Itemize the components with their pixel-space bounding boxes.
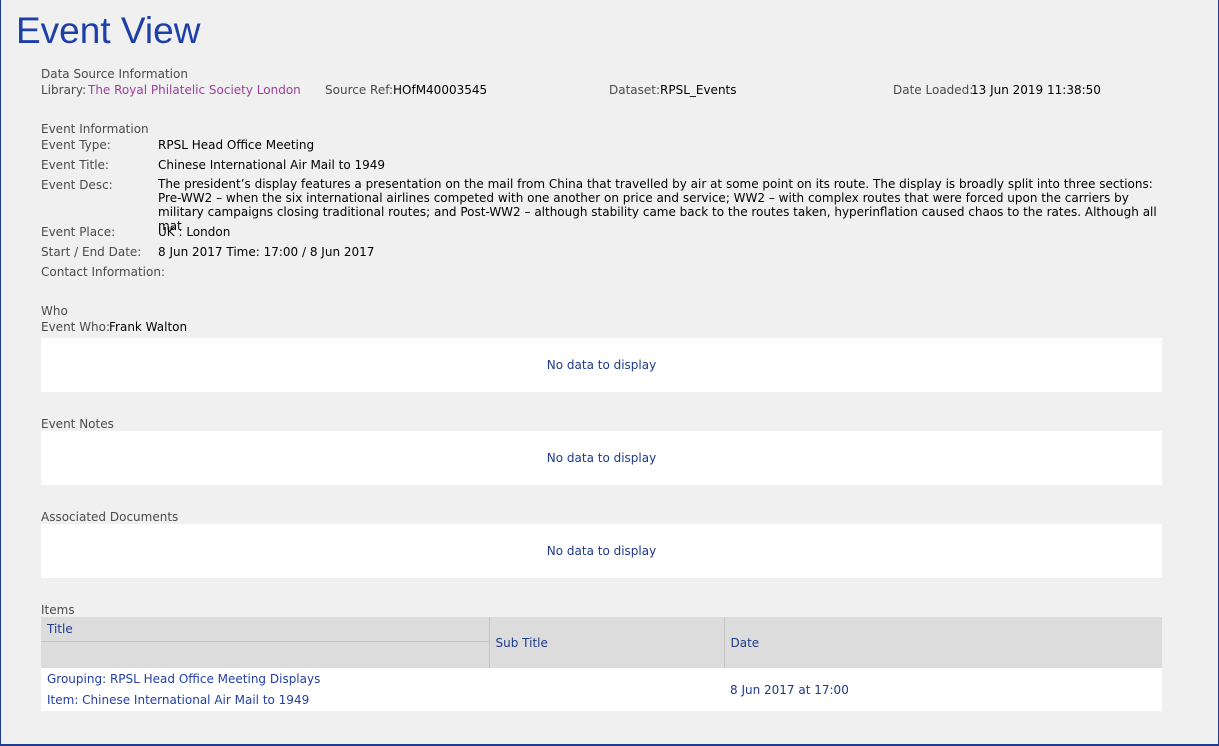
event-type-value: RPSL Head Office Meeting: [158, 138, 315, 152]
event-place-label: Event Place:: [41, 225, 116, 239]
column-header-title-label: Title: [47, 622, 73, 636]
event-place-value: UK : London: [158, 225, 231, 239]
dates-value: 8 Jun 2017 Time: 17:00 / 8 Jun 2017: [158, 245, 375, 259]
column-header-sub-title[interactable]: Sub Title: [489, 617, 725, 668]
who-grid: No data to display: [41, 338, 1162, 392]
date-loaded-label: Date Loaded:: [893, 83, 974, 97]
item-link[interactable]: Item: Chinese International Air Mail to …: [47, 690, 483, 711]
event-desc-label: Event Desc:: [41, 178, 113, 192]
filter-row-cell: [47, 642, 483, 668]
page-title: Event View: [16, 10, 201, 51]
source-ref-label: Source Ref:: [325, 83, 394, 97]
items-heading: Items: [41, 603, 75, 617]
date-loaded-value: 13 Jun 2019 11:38:50: [971, 83, 1101, 97]
event-title-value: Chinese International Air Mail to 1949: [158, 158, 386, 172]
who-heading: Who: [41, 304, 68, 318]
data-source-heading: Data Source Information: [41, 67, 188, 81]
cell-title: Grouping: RPSL Head Office Meeting Displ…: [41, 668, 489, 711]
column-header-title[interactable]: Title: [41, 617, 490, 668]
source-ref-value: HOfM40003545: [393, 83, 488, 97]
contact-info-label: Contact Information:: [41, 265, 166, 279]
associated-documents-grid: No data to display: [41, 524, 1162, 578]
event-type-label: Event Type:: [41, 138, 111, 152]
grouping-link[interactable]: Grouping: RPSL Head Office Meeting Displ…: [47, 669, 483, 690]
event-notes-empty-message: No data to display: [546, 451, 657, 465]
associated-documents-empty-message: No data to display: [546, 544, 657, 558]
event-title-label: Event Title:: [41, 158, 109, 172]
event-notes-grid: No data to display: [41, 431, 1162, 485]
event-who-value: Frank Walton: [109, 320, 188, 334]
dataset-label: Dataset:: [609, 83, 661, 97]
event-notes-heading: Event Notes: [41, 417, 114, 431]
items-table: Title Sub Title Date Grouping: RPSL Head…: [41, 617, 1162, 711]
cell-sub-title: [489, 668, 724, 711]
event-who-label: Event Who:: [41, 320, 111, 334]
dataset-value: RPSL_Events: [660, 83, 737, 97]
column-header-date[interactable]: Date: [724, 617, 1162, 668]
table-row: Grouping: RPSL Head Office Meeting Displ…: [41, 668, 1162, 711]
library-link[interactable]: The Royal Philatelic Society London: [88, 83, 301, 97]
event-desc-value: The president’s display features a prese…: [158, 177, 1157, 233]
cell-date: 8 Jun 2017 at 17:00: [730, 682, 849, 697]
library-label: Library:: [41, 83, 87, 97]
event-info-heading: Event Information: [41, 122, 149, 136]
dates-label: Start / End Date:: [41, 245, 142, 259]
who-empty-message: No data to display: [546, 358, 657, 372]
associated-documents-heading: Associated Documents: [41, 510, 179, 524]
